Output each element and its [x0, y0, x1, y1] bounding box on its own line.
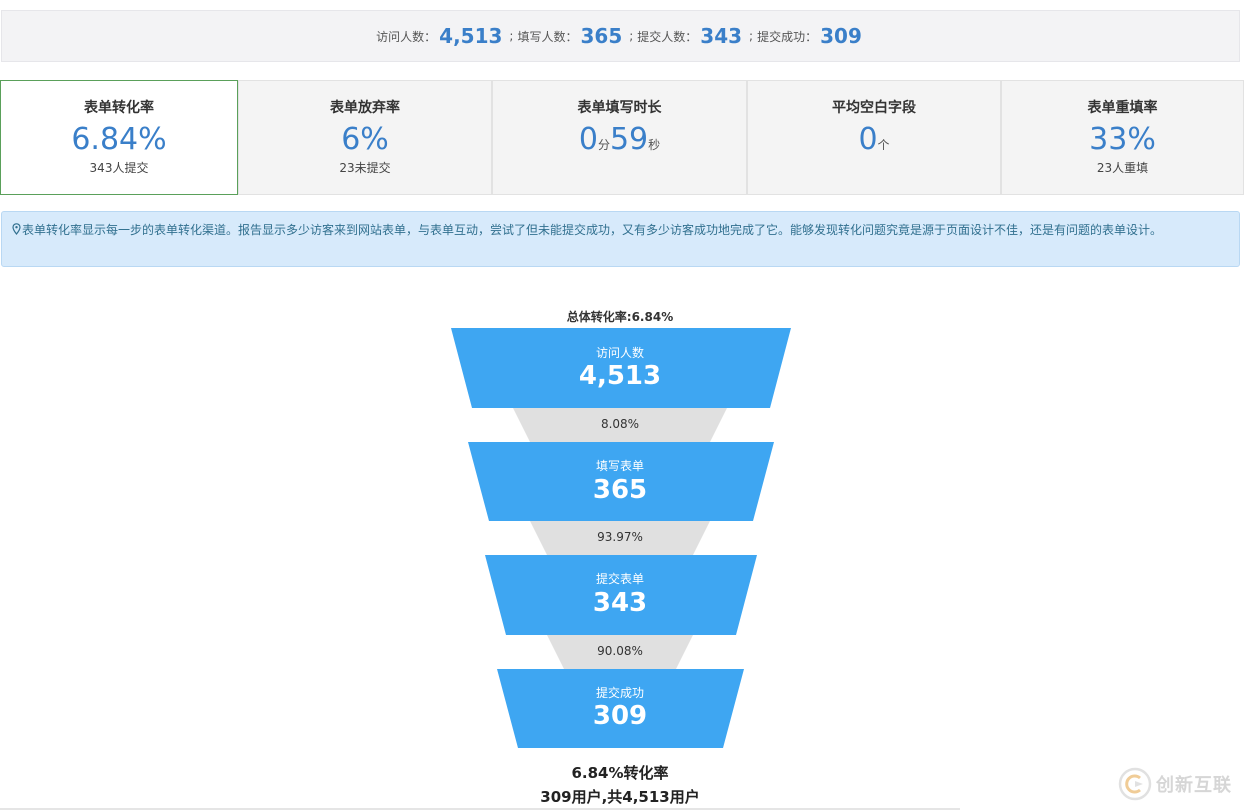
watermark: 创新互联 [1118, 767, 1232, 801]
watermark-text: 创新互联 [1156, 775, 1232, 796]
funnel-conversion-rate: 90.08% [597, 644, 643, 658]
funnel-conversion-rate: 8.08% [600, 417, 640, 431]
funnel-stage-value: 4,513 [578, 361, 662, 391]
funnel-conversion-rate: 93.97% [597, 530, 643, 544]
funnel-stage-value: 365 [592, 475, 648, 505]
funnel-stage-label: 访问人数 [595, 346, 644, 360]
funnel-stage-value: 309 [592, 701, 648, 731]
funnel-stage-label: 提交成功 [595, 686, 644, 700]
funnel-footer-users: 309用户,共4,513用户 [540, 788, 700, 806]
funnel-stage-label: 填写表单 [595, 459, 644, 473]
funnel-footer-rate: 6.84%转化率 [571, 764, 669, 782]
funnel-stage-label: 提交表单 [595, 572, 644, 586]
funnel-stage-value: 343 [592, 588, 648, 618]
logo-icon [1118, 767, 1152, 801]
divider [0, 808, 960, 810]
